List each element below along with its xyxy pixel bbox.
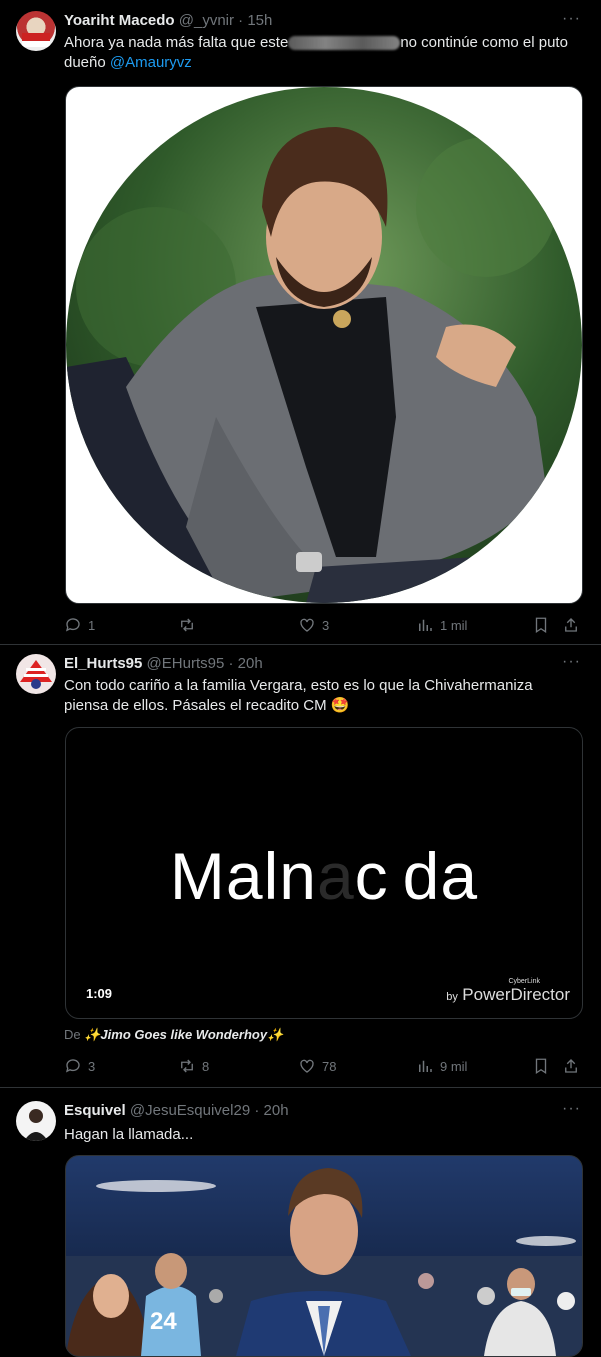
video-text-right: da bbox=[402, 839, 479, 913]
photo-media[interactable]: 24 bbox=[65, 1155, 583, 1357]
bookmark-button[interactable] bbox=[532, 1057, 550, 1075]
avatar[interactable] bbox=[16, 1101, 56, 1141]
timestamp[interactable]: 15h bbox=[247, 12, 272, 29]
like-button[interactable]: 78 bbox=[298, 1057, 336, 1075]
reply-icon bbox=[65, 618, 80, 632]
via-source-link[interactable]: ✨Jimo Goes like Wonderhoy✨ bbox=[84, 1027, 283, 1042]
video-source: De ✨Jimo Goes like Wonderhoy✨ bbox=[64, 1027, 283, 1043]
avatar[interactable] bbox=[16, 654, 56, 694]
share-button[interactable] bbox=[562, 616, 580, 634]
like-count: 78 bbox=[322, 1058, 337, 1074]
jersey-number: 24 bbox=[150, 1308, 177, 1335]
tweet-2[interactable]: El_Hurts95 @EHurts95 · 20h ··· Con todo … bbox=[0, 645, 601, 1088]
bookmark-button[interactable] bbox=[532, 616, 550, 634]
retweet-icon bbox=[181, 1059, 193, 1073]
share-button[interactable] bbox=[562, 1057, 580, 1075]
reply-count: 3 bbox=[88, 1058, 96, 1074]
bookmark-icon bbox=[535, 1058, 547, 1075]
like-icon bbox=[300, 1059, 314, 1073]
views-count: 1 mil bbox=[440, 617, 468, 633]
bookmark-icon bbox=[535, 617, 547, 634]
redacted-blur bbox=[288, 36, 401, 51]
tweet-actions: 1 3 1 mil bbox=[64, 616, 584, 636]
watermark: CyberLink by PowerDirector bbox=[446, 978, 570, 1005]
author-name[interactable]: El_Hurts95 bbox=[64, 655, 142, 672]
separator: · bbox=[254, 1102, 260, 1119]
tweet-text-start: Ahora ya nada más falta que este bbox=[64, 34, 289, 51]
watermark-by: by bbox=[446, 991, 458, 1003]
views-icon bbox=[419, 1060, 432, 1072]
more-icon[interactable]: ··· bbox=[562, 653, 581, 671]
share-icon bbox=[565, 1059, 577, 1073]
tweet-header: El_Hurts95 @EHurts95 · 20h bbox=[64, 655, 263, 672]
tweet-text: Con todo cariño a la familia Vergara, es… bbox=[64, 677, 533, 714]
views-icon bbox=[419, 619, 432, 631]
tweet-header: Yoariht Macedo @_yvnir · 15h bbox=[64, 12, 272, 29]
stadium-photo bbox=[66, 1156, 582, 1356]
reply-button[interactable]: 1 bbox=[64, 616, 95, 634]
separator: · bbox=[228, 655, 234, 672]
video-media[interactable]: Malnac da 1:09 CyberLink by PowerDirector bbox=[65, 727, 583, 1019]
views-count: 9 mil bbox=[440, 1058, 468, 1074]
watermark-brand: PowerDirector bbox=[462, 985, 570, 1004]
video-text-mid1: a bbox=[316, 839, 355, 913]
video-text-left: Maln bbox=[169, 839, 317, 913]
tweet-actions: 3 8 78 9 mil bbox=[64, 1057, 584, 1077]
via-label: De bbox=[64, 1027, 81, 1042]
retweet-button[interactable]: 8 bbox=[178, 1057, 209, 1075]
author-handle[interactable]: @JesuEsquivel29 bbox=[130, 1102, 250, 1119]
more-icon[interactable]: ··· bbox=[562, 10, 581, 28]
tweet-3[interactable]: Esquivel @JesuEsquivel29 · 20h ··· Hagan… bbox=[0, 1088, 601, 1357]
author-handle[interactable]: @EHurts95 bbox=[147, 655, 225, 672]
video-text-mid2: c bbox=[354, 839, 389, 913]
tweet-text: Hagan la llamada... bbox=[64, 1126, 194, 1143]
avatar-image bbox=[20, 660, 52, 689]
photo-media[interactable] bbox=[65, 86, 583, 604]
like-button[interactable]: 3 bbox=[298, 616, 329, 634]
author-name[interactable]: Esquivel bbox=[64, 1102, 126, 1119]
avatar[interactable] bbox=[16, 11, 56, 51]
timestamp[interactable]: 20h bbox=[238, 655, 263, 672]
avatar-image bbox=[22, 33, 50, 47]
like-count: 3 bbox=[322, 617, 330, 633]
mention-link[interactable]: @Amauryvz bbox=[110, 54, 192, 71]
tweet-1[interactable]: Yoariht Macedo @_yvnir · 15h ··· Ahora y… bbox=[0, 0, 601, 645]
more-icon[interactable]: ··· bbox=[562, 1100, 581, 1118]
watermark-cyberlink: CyberLink bbox=[508, 978, 540, 985]
retweet-button[interactable] bbox=[178, 616, 202, 634]
author-handle[interactable]: @_yvnir bbox=[179, 12, 234, 29]
tweet-header: Esquivel @JesuEsquivel29 · 20h bbox=[64, 1102, 289, 1119]
video-frame-text: Malnac da bbox=[66, 838, 582, 914]
like-icon bbox=[300, 618, 314, 632]
timestamp[interactable]: 20h bbox=[264, 1102, 289, 1119]
reply-count: 1 bbox=[88, 617, 96, 633]
tweet-text: Ahora ya nada más falta que este no conti… bbox=[64, 33, 574, 73]
profile-photo bbox=[66, 87, 582, 603]
share-icon bbox=[565, 618, 577, 632]
author-name[interactable]: Yoariht Macedo bbox=[64, 12, 175, 29]
retweet-count: 8 bbox=[202, 1058, 210, 1074]
views-button[interactable]: 1 mil bbox=[416, 616, 467, 634]
avatar-image bbox=[24, 1109, 48, 1141]
video-duration: 1:09 bbox=[86, 986, 113, 1001]
reply-button[interactable]: 3 bbox=[64, 1057, 95, 1075]
retweet-icon bbox=[181, 618, 193, 632]
views-button[interactable]: 9 mil bbox=[416, 1057, 467, 1075]
reply-icon bbox=[65, 1059, 80, 1073]
separator: · bbox=[238, 12, 244, 29]
